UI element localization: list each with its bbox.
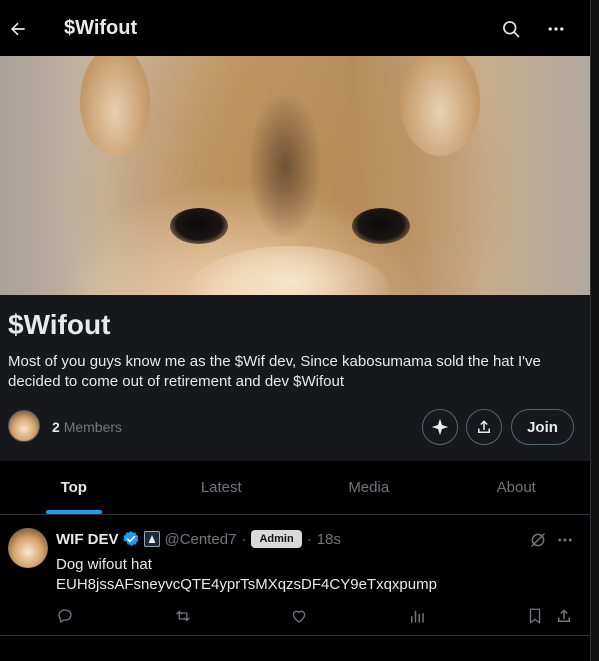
more-horizontal-icon: [558, 538, 572, 542]
members-count-link[interactable]: 2 Members: [52, 419, 122, 435]
reply-button[interactable]: [56, 606, 74, 626]
separator-dot: ·: [241, 530, 247, 548]
member-count: 2: [52, 419, 60, 435]
members-label: Members: [63, 419, 123, 435]
community-page: $Wifout $Wifout Most of you guys know me…: [0, 0, 590, 661]
grok-button[interactable]: [528, 530, 548, 550]
post-text: Dog wifout hat EUH8jssAFsneyvcQTE4yprTsM…: [56, 555, 437, 595]
post-text-line: EUH8jssAFsneyvcQTE4yprTsMXqzsDF4CY9eTxqx…: [56, 576, 437, 593]
reply-icon: [58, 609, 72, 623]
tab-label: Latest: [200, 479, 242, 496]
post-timestamp[interactable]: 18s: [317, 531, 341, 548]
post-text-line: Dog wifout hat: [56, 556, 152, 573]
timeline-continuation: [0, 636, 590, 661]
tab-media[interactable]: Media: [295, 461, 443, 514]
post-more-button[interactable]: [555, 530, 575, 550]
sparkle-icon: [431, 418, 449, 436]
community-name: $Wifout: [8, 309, 111, 340]
search-button[interactable]: [494, 12, 528, 46]
author-name[interactable]: WIF DEV: [56, 531, 119, 548]
join-button[interactable]: Join: [511, 409, 574, 445]
tab-top[interactable]: Top: [0, 461, 148, 514]
heart-icon: [292, 610, 306, 623]
repost-button[interactable]: [174, 606, 192, 626]
affiliate-badge-icon[interactable]: [143, 531, 160, 547]
active-tab-indicator: [45, 510, 102, 514]
tab-label: Top: [60, 479, 87, 496]
bar-chart-icon: [411, 610, 424, 623]
more-horizontal-icon: [548, 27, 564, 31]
like-button[interactable]: [290, 606, 308, 626]
repost-icon: [176, 610, 190, 622]
search-icon: [503, 21, 520, 38]
tab-label: Media: [348, 479, 390, 496]
tab-latest[interactable]: Latest: [148, 461, 296, 514]
grok-summary-button[interactable]: [422, 409, 458, 445]
community-info-panel: $Wifout Most of you guys know me as the …: [0, 295, 590, 461]
share-post-button[interactable]: [555, 606, 573, 626]
community-tabs: Top Latest Media About: [0, 461, 590, 515]
scrollbar-gutter[interactable]: [590, 0, 599, 661]
share-icon: [558, 609, 570, 622]
grok-icon: [531, 533, 545, 547]
bookmark-button[interactable]: [526, 606, 544, 626]
author-handle[interactable]: @Cented7: [165, 531, 237, 548]
share-community-button[interactable]: [466, 409, 502, 445]
more-options-button[interactable]: [539, 12, 573, 46]
views-button[interactable]: [408, 606, 426, 626]
verified-badge-icon: [122, 531, 138, 547]
dog-right-eye: [352, 208, 410, 244]
tab-about[interactable]: About: [443, 461, 591, 514]
separator-dot: ·: [306, 530, 312, 548]
tab-label: About: [496, 479, 536, 496]
admin-badge: Admin: [251, 530, 302, 548]
arrow-left-icon: [11, 22, 25, 36]
back-button[interactable]: [1, 12, 35, 46]
dog-left-eye: [170, 208, 228, 244]
post-item[interactable]: WIF DEV @Cented7 · Admin · 18s Dog wifou…: [0, 516, 590, 636]
community-banner-image: [0, 56, 590, 295]
page-title: $Wifout: [64, 17, 138, 39]
top-bar: $Wifout: [0, 3, 590, 56]
member-avatar[interactable]: [8, 410, 40, 442]
author-avatar[interactable]: [8, 528, 48, 568]
share-icon: [478, 420, 490, 433]
post-header: WIF DEV @Cented7 · Admin · 18s: [56, 530, 341, 548]
post-actions: [56, 606, 576, 626]
community-description: Most of you guys know me as the $Wif dev…: [8, 353, 541, 390]
bookmark-icon: [529, 608, 541, 624]
